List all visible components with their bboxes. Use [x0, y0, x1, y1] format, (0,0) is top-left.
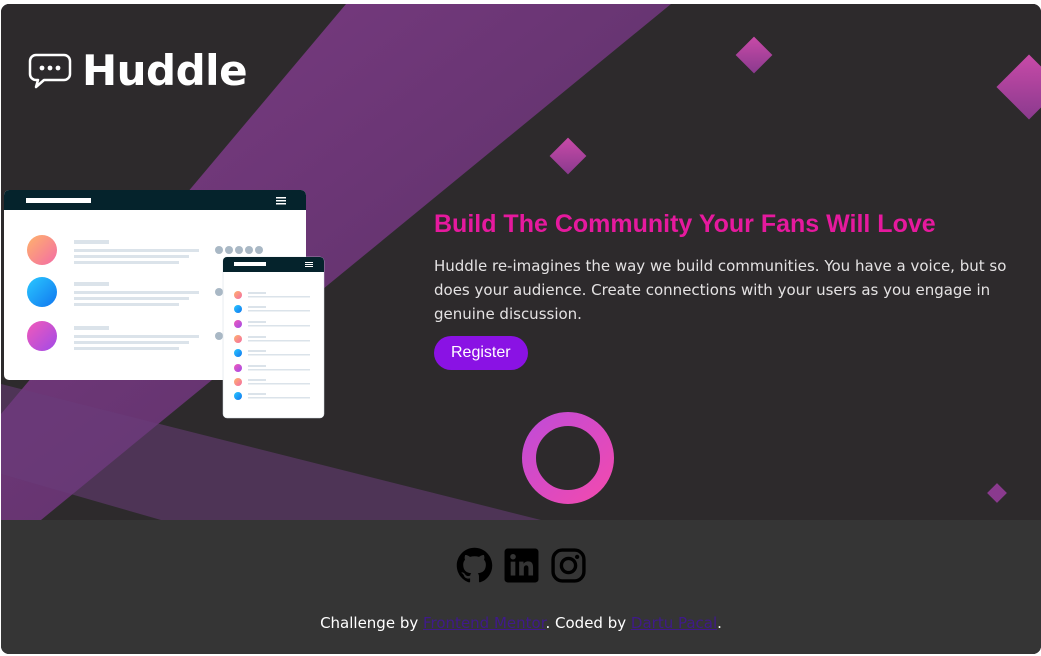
diamond-shape — [996, 54, 1041, 120]
attribution: Challenge by Frontend Mentor. Coded by D… — [1, 614, 1041, 632]
register-button[interactable]: Register — [434, 336, 528, 370]
page-frame: Huddle Build The Community Your Fans Wil… — [1, 4, 1041, 654]
linkedin-icon[interactable] — [503, 547, 540, 584]
logo: Huddle — [28, 46, 248, 95]
hero-description: Huddle re-imagines the way we build comm… — [434, 257, 1007, 323]
app-mockup-illustration — [4, 190, 325, 419]
diamond-shape — [549, 137, 587, 175]
diamond-shape — [735, 36, 773, 74]
page-title: Build The Community Your Fans Will Love — [434, 210, 936, 238]
chat-bubble-icon — [28, 53, 72, 88]
footer: Challenge by Frontend Mentor. Coded by D… — [1, 520, 1041, 654]
github-icon[interactable] — [456, 547, 493, 584]
author-link[interactable]: Dartu Pacal — [631, 614, 717, 632]
brand-name: Huddle — [82, 46, 248, 95]
ring-shape — [522, 412, 614, 504]
diamond-shape — [987, 483, 1007, 503]
credit-middle-text: . Coded by — [545, 614, 631, 632]
credit-suffix-text: . — [717, 614, 722, 632]
social-links — [456, 547, 587, 584]
credit-prefix-text: Challenge by — [320, 614, 423, 632]
hero-content: Build The Community Your Fans Will Love … — [434, 204, 1034, 370]
hero-section: Huddle Build The Community Your Fans Wil… — [1, 4, 1041, 520]
frontend-mentor-link[interactable]: Frontend Mentor — [423, 614, 546, 632]
instagram-icon[interactable] — [550, 547, 587, 584]
